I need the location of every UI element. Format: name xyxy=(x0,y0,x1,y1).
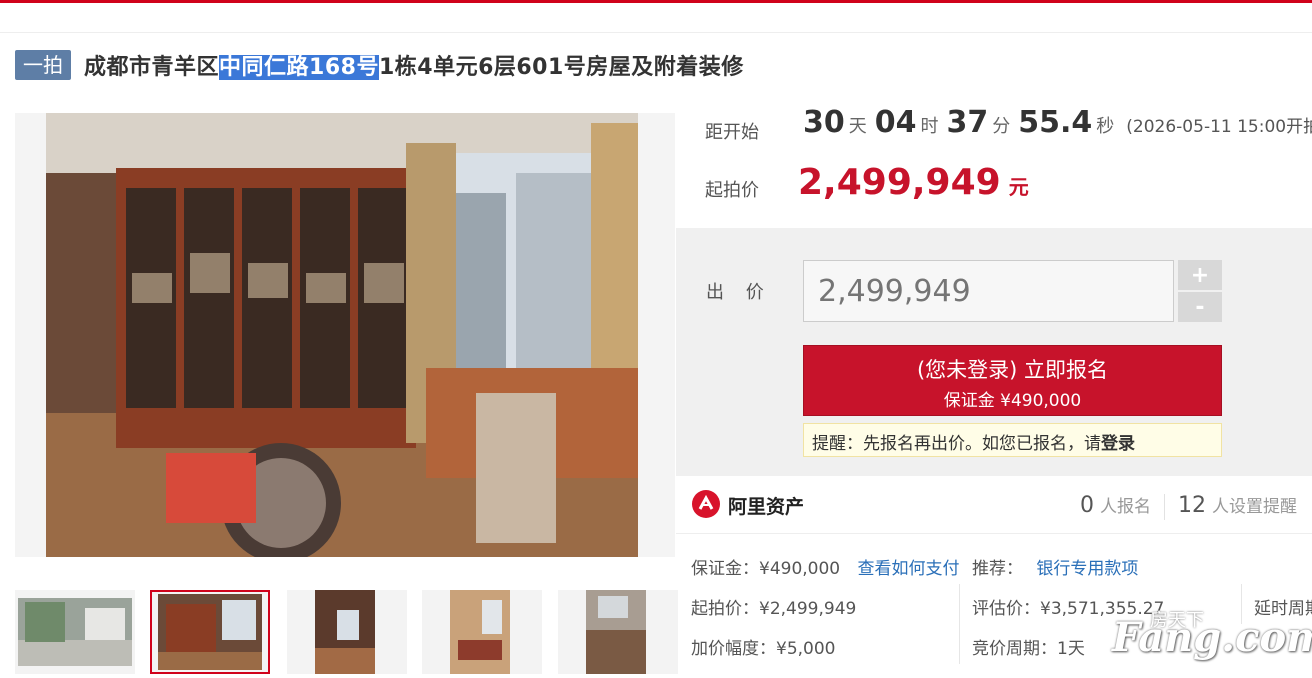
title-part-2: 1栋4单元6层601号房屋及附着装修 xyxy=(378,55,744,80)
reminder-text: 提醒：先报名再出价。如您已报名，请 xyxy=(812,434,1101,454)
signup-count: 0 人报名 xyxy=(1080,492,1151,518)
recommend-label: 推荐： xyxy=(972,559,1023,579)
seconds-unit: 秒 xyxy=(1096,116,1115,137)
minutes-unit: 分 xyxy=(992,116,1011,137)
start-time: (2026-05-11 15:00开拍) xyxy=(1126,117,1312,137)
divider xyxy=(1164,494,1165,520)
start-price-label: 起拍价 xyxy=(705,180,759,201)
watermark-text: Fang.com xyxy=(1112,614,1312,661)
reminder-notice: 提醒：先报名再出价。如您已报名，请登录 xyxy=(803,423,1222,457)
start-price-detail: 起拍价：¥2,499,949 xyxy=(691,599,857,619)
main-image-viewer[interactable] xyxy=(15,113,675,557)
signup-button[interactable]: (您未登录) 立即报名 保证金 ¥490,000 xyxy=(803,345,1222,416)
thumbnail-4[interactable] xyxy=(422,590,542,674)
title-selected-text: 中同仁路168号 xyxy=(219,55,379,80)
countdown-timer: 30 天 04 时 37 分 55.4 秒 (2026-05-11 15:00开… xyxy=(803,105,1312,140)
remind-count-value: 12 xyxy=(1178,493,1206,518)
hours-unit: 时 xyxy=(920,116,939,137)
remind-count: 12 人设置提醒 xyxy=(1178,492,1297,518)
bid-stepper: + - xyxy=(1178,260,1222,322)
page-title: 成都市青羊区中同仁路168号1栋4单元6层601号房屋及附着装修 xyxy=(84,49,744,81)
thumbnail-3[interactable] xyxy=(287,590,407,674)
bank-account-link[interactable]: 银行专用款项 xyxy=(1036,559,1138,579)
platform-name: 阿里资产 xyxy=(728,496,805,518)
thumbnail-2-selected[interactable] xyxy=(150,590,270,674)
increase-button[interactable]: + xyxy=(1178,260,1222,290)
signup-count-text: 人报名 xyxy=(1100,497,1151,517)
start-price: 2,499,949 元 xyxy=(798,162,1029,203)
login-link[interactable]: 登录 xyxy=(1101,434,1135,454)
increment-amount: 加价幅度：¥5,000 xyxy=(691,639,836,659)
start-price-unit: 元 xyxy=(1008,175,1029,199)
countdown-label: 距开始 xyxy=(705,122,759,143)
signup-count-value: 0 xyxy=(1080,493,1094,518)
divider xyxy=(0,32,1312,33)
remind-count-text: 人设置提醒 xyxy=(1212,497,1297,517)
thumbnail-strip xyxy=(15,590,678,678)
divider xyxy=(959,584,960,664)
countdown-minutes: 37 xyxy=(946,105,989,140)
bid-label: 出 价 xyxy=(706,282,772,303)
countdown-days: 30 xyxy=(803,105,845,140)
bid-amount-input[interactable] xyxy=(803,260,1174,322)
property-photo xyxy=(46,113,638,557)
fang-watermark: 房天下 Fang.com xyxy=(1112,606,1312,672)
signup-deposit: 保证金 ¥490,000 xyxy=(943,391,1082,411)
top-accent-bar xyxy=(0,0,1312,3)
how-to-pay-link[interactable]: 查看如何支付 xyxy=(858,559,960,579)
countdown-seconds: 55.4 xyxy=(1018,105,1093,140)
countdown-hours: 04 xyxy=(874,105,917,140)
title-part-1: 成都市青羊区 xyxy=(84,55,220,80)
signup-button-label: (您未登录) 立即报名 xyxy=(916,358,1109,382)
thumbnail-1[interactable] xyxy=(15,590,135,674)
deposit-text: 保证金：¥490,000 xyxy=(691,559,841,579)
thumbnail-5[interactable] xyxy=(558,590,678,674)
recommend-info: 推荐： 银行专用款项 xyxy=(972,554,1138,579)
deposit-info: 保证金：¥490,000 查看如何支付 xyxy=(691,554,960,579)
bidding-cycle: 竞价周期：1天 xyxy=(972,639,1085,659)
decrease-button[interactable]: - xyxy=(1178,292,1222,322)
bid-panel: 出 价 + - (您未登录) 立即报名 保证金 ¥490,000 提醒：先报名再… xyxy=(676,228,1312,476)
ali-asset-logo-icon xyxy=(692,490,720,518)
auction-round-tag: 一拍 xyxy=(15,50,71,80)
platform-row: 阿里资产 0 人报名 12 人设置提醒 xyxy=(676,476,1312,534)
start-price-value: 2,499,949 xyxy=(798,162,1001,203)
days-unit: 天 xyxy=(848,116,867,137)
title-row: 一拍 成都市青羊区中同仁路168号1栋4单元6层601号房屋及附着装修 xyxy=(15,47,744,83)
